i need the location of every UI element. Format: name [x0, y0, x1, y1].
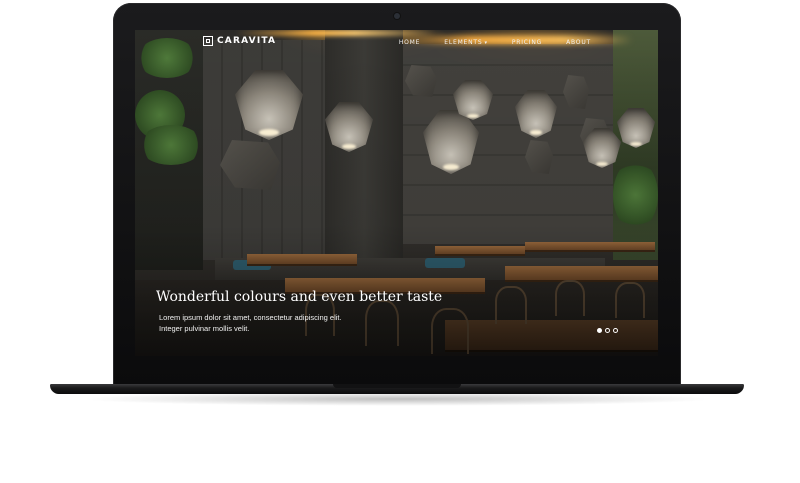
nav-item-pricing[interactable]: PRICING	[512, 39, 542, 46]
nav-item-label: PRICING	[511, 39, 543, 46]
site-navbar: CARAVITA HOME ELEMENTS ▾ PRICING ABOUT	[135, 30, 658, 56]
slider-dot[interactable]	[605, 328, 610, 333]
nav-item-home[interactable]: HOME	[399, 39, 420, 46]
slider-pagination	[597, 328, 618, 333]
nav-item-about[interactable]: ABOUT	[566, 39, 591, 46]
nav-item-label: ABOUT	[566, 39, 591, 46]
laptop-notch	[333, 384, 461, 388]
laptop-screen: CARAVITA HOME ELEMENTS ▾ PRICING ABOUT Wo…	[135, 30, 658, 356]
nav-item-label: HOME	[398, 39, 421, 46]
nav-item-elements[interactable]: ELEMENTS ▾	[444, 39, 488, 46]
brand-name: CARAVITA	[217, 36, 277, 46]
hero-title: Wonderful colours and even better taste	[156, 289, 443, 305]
hero-text-line: Lorem ipsum dolor sit amet, consectetur …	[159, 313, 342, 322]
camera-icon	[394, 13, 400, 19]
caret-down-icon: ▾	[484, 40, 488, 46]
slider-dot[interactable]	[597, 328, 602, 333]
logo-square-icon	[203, 36, 213, 46]
brand-logo[interactable]: CARAVITA	[203, 36, 276, 46]
slider-dot[interactable]	[613, 328, 618, 333]
laptop-mockup: CARAVITA HOME ELEMENTS ▾ PRICING ABOUT Wo…	[0, 0, 800, 483]
hero-background-photo	[135, 30, 658, 356]
photo-overlay	[135, 30, 658, 356]
laptop-shadow	[80, 392, 716, 406]
nav-item-label: ELEMENTS	[444, 39, 483, 46]
nav-menu: HOME ELEMENTS ▾ PRICING ABOUT	[399, 39, 591, 46]
hero-text-line: Integer pulvinar mollis velit.	[159, 324, 250, 333]
